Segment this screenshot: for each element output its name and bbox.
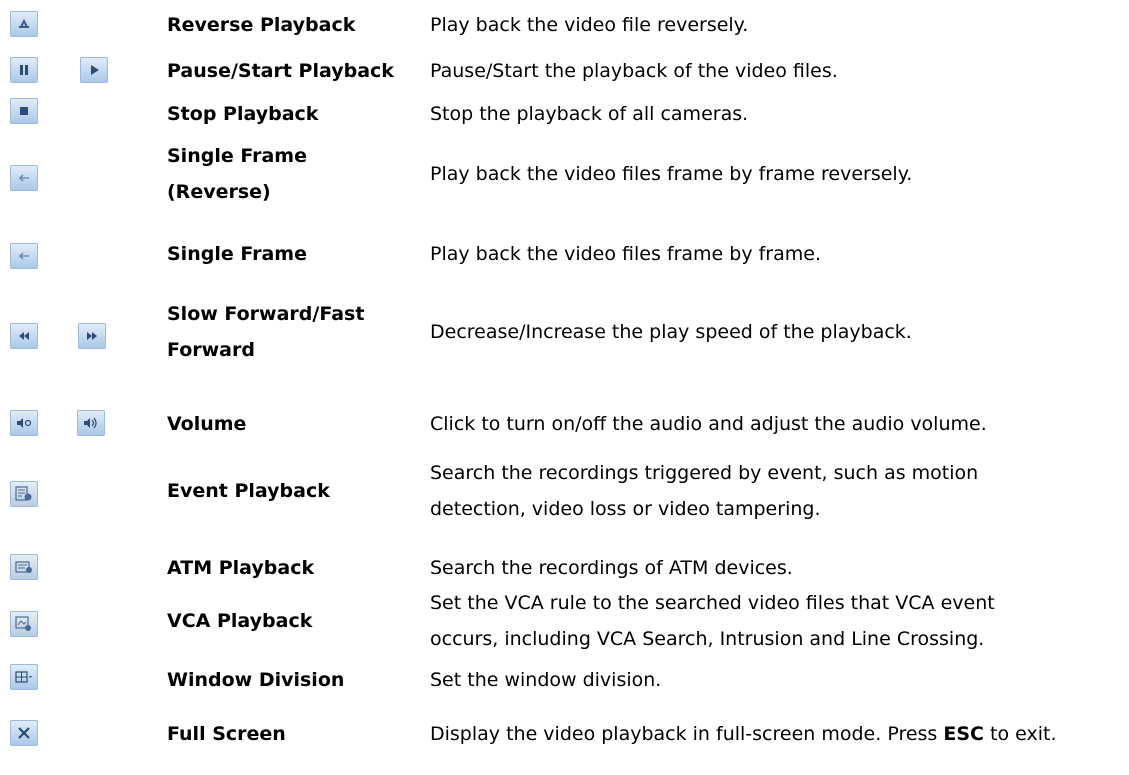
function-name-line-1: Slow Forward/Fast: [167, 303, 365, 325]
table-row: Volume Click to turn on/off the audio an…: [0, 406, 1129, 442]
function-description: Search the recordings of ATM devices.: [430, 557, 793, 579]
function-description: Play back the video file reversely.: [430, 14, 749, 36]
description-text: Display the video playback in full-scree…: [430, 723, 944, 745]
function-name-line-2: (Reverse): [167, 181, 271, 203]
function-description: Set the window division.: [430, 669, 662, 691]
function-name: Reverse Playback: [167, 14, 356, 36]
function-description-line-1: Set the VCA rule to the searched video f…: [430, 592, 995, 614]
table-row: Single Frame (Reverse) Play back the vid…: [0, 138, 1129, 218]
function-name: Full Screen: [167, 723, 286, 745]
table-row: Slow Forward/Fast Forward Decrease/Incre…: [0, 296, 1129, 376]
table-row: Single Frame Play back the video files f…: [0, 236, 1129, 272]
table-row: Pause/Start Playback Pause/Start the pla…: [0, 53, 1129, 89]
fast-forward-icon: [78, 323, 106, 349]
volume-off-icon: [10, 410, 38, 436]
event-playback-icon: [10, 481, 38, 507]
table-row: Window Division Set the window division.: [0, 662, 1129, 698]
function-description-line-2: occurs, including VCA Search, Intrusion …: [430, 628, 985, 650]
full-screen-icon: [10, 720, 38, 746]
function-name: Event Playback: [167, 480, 330, 502]
table-row: Set the VCA rule to the searched video f…: [0, 585, 1129, 665]
vca-playback-icon: [10, 611, 38, 637]
description-text-end: to exit.: [983, 723, 1057, 745]
single-frame-reverse-icon: [10, 165, 38, 191]
function-description: Click to turn on/off the audio and adjus…: [430, 413, 987, 435]
function-name: Stop Playback: [167, 103, 319, 125]
function-name: Window Division: [167, 669, 345, 691]
table-row: ATM Playback Search the recordings of AT…: [0, 550, 1129, 586]
function-description: Decrease/Increase the play speed of the …: [430, 321, 912, 343]
function-name: VCA Playback: [167, 610, 313, 632]
function-name: Pause/Start Playback: [167, 60, 394, 82]
stop-icon: [10, 98, 38, 124]
table-row: Full Screen Display the video playback i…: [0, 716, 1129, 752]
function-name-line-1: Single Frame: [167, 145, 307, 167]
table-row: Reverse Playback Play back the video fil…: [0, 7, 1129, 43]
atm-playback-icon: [10, 554, 38, 580]
function-description: Stop the playback of all cameras.: [430, 103, 749, 125]
table-row: Stop Playback Stop the playback of all c…: [0, 96, 1129, 132]
reverse-playback-icon: [10, 11, 38, 37]
table-row: Search the recordings triggered by event…: [0, 455, 1129, 535]
play-icon: [80, 57, 108, 83]
function-description: Play back the video files frame by frame…: [430, 243, 821, 265]
pause-icon: [10, 57, 38, 83]
function-description: Play back the video files frame by frame…: [430, 163, 913, 185]
single-frame-icon: [10, 243, 38, 269]
slow-forward-icon: [10, 323, 38, 349]
function-name: Single Frame: [167, 243, 307, 265]
window-division-icon: [10, 664, 38, 690]
volume-on-icon: [77, 410, 105, 436]
function-description-line-2: detection, video loss or video tampering…: [430, 498, 821, 520]
function-description-line-1: Search the recordings triggered by event…: [430, 462, 979, 484]
function-name: ATM Playback: [167, 557, 315, 579]
esc-key: ESC: [943, 723, 984, 745]
function-description: Pause/Start the playback of the video fi…: [430, 60, 838, 82]
function-description: Display the video playback in full-scree…: [430, 716, 1057, 752]
function-name-line-2: Forward: [167, 339, 255, 361]
function-name: Volume: [167, 413, 247, 435]
